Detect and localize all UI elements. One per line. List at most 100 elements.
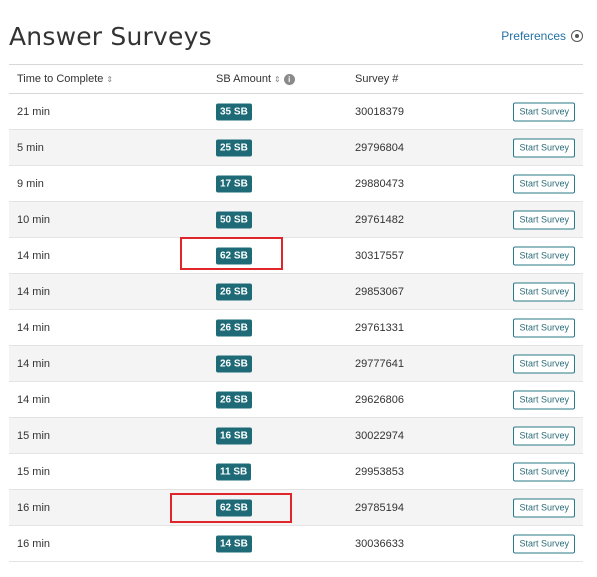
sb-amount-badge: 11 SB [216,463,252,480]
survey-table: Time to Complete ⇕ SB Amount ⇕ i Survey … [9,64,583,562]
sb-amount-badge: 26 SB [216,355,252,372]
survey-number: 30018379 [355,105,404,118]
start-survey-cell: Start Survey [513,390,575,409]
table-row: 21 min 35 SB 30018379 Start Survey [9,94,583,130]
sb-amount-cell: 16 SB [216,427,252,444]
start-survey-button[interactable]: Start Survey [513,426,575,445]
table-row: 14 min 26 SB 29761331 Start Survey [9,310,583,346]
sb-amount-cell: 17 SB [216,175,252,192]
start-survey-button[interactable]: Start Survey [513,354,575,373]
sb-amount-cell: 11 SB [216,463,252,480]
sb-amount-badge: 14 SB [216,535,252,552]
sort-icon: ⇕ [106,74,114,84]
column-header-time-label: Time to Complete [17,73,104,85]
sb-amount-badge: 62 SB [216,499,252,516]
page-header: Answer Surveys Preferences [9,16,583,60]
column-header-survey-label: Survey # [355,73,399,85]
time-to-complete: 10 min [17,213,51,226]
sb-amount-cell: 26 SB [216,391,252,408]
table-row: 16 min 62 SB 29785194 Start Survey [9,490,583,526]
table-row: 16 min 14 SB 30036633 Start Survey [9,526,583,562]
table-row: 14 min 62 SB 30317557 Start Survey [9,238,583,274]
sort-icon: ⇕ [274,74,281,84]
start-survey-cell: Start Survey [513,102,575,121]
start-survey-button[interactable]: Start Survey [513,534,575,553]
start-survey-button[interactable]: Start Survey [513,390,575,409]
survey-number: 30022974 [355,429,404,442]
sb-amount-badge: 25 SB [216,139,252,156]
sb-amount-badge: 16 SB [216,427,252,444]
start-survey-button[interactable]: Start Survey [513,318,575,337]
sb-amount-cell: 62 SB [216,247,252,264]
start-survey-cell: Start Survey [513,138,575,157]
preferences-label: Preferences [501,29,566,43]
table-row: 10 min 50 SB 29761482 Start Survey [9,202,583,238]
time-to-complete: 15 min [17,429,51,442]
survey-number: 30317557 [355,249,404,262]
start-survey-cell: Start Survey [513,534,575,553]
column-header-time[interactable]: Time to Complete ⇕ [17,73,113,85]
table-row: 5 min 25 SB 29796804 Start Survey [9,130,583,166]
preferences-link[interactable]: Preferences [501,29,583,43]
start-survey-button[interactable]: Start Survey [513,462,575,481]
column-header-amount[interactable]: SB Amount ⇕ i [216,73,295,85]
survey-number: 29785194 [355,501,404,514]
survey-number: 29853067 [355,285,404,298]
survey-number: 29777641 [355,357,404,370]
sb-amount-cell: 50 SB [216,211,252,228]
time-to-complete: 9 min [17,177,44,190]
table-row: 14 min 26 SB 29626806 Start Survey [9,382,583,418]
table-body: 21 min 35 SB 30018379 Start Survey 5 min 25 S… [9,94,583,562]
sb-amount-badge: 50 SB [216,211,252,228]
sb-amount-cell: 26 SB [216,283,252,300]
sb-amount-cell: 26 SB [216,319,252,336]
start-survey-cell: Start Survey [513,462,575,481]
time-to-complete: 14 min [17,285,51,298]
start-survey-button[interactable]: Start Survey [513,282,575,301]
preferences-icon [571,30,583,42]
start-survey-button[interactable]: Start Survey [513,246,575,265]
table-row: 14 min 26 SB 29853067 Start Survey [9,274,583,310]
time-to-complete: 15 min [17,465,51,478]
sb-amount-cell: 35 SB [216,103,252,120]
table-row: 15 min 11 SB 29953853 Start Survey [9,454,583,490]
start-survey-cell: Start Survey [513,498,575,517]
column-header-amount-label: SB Amount [216,73,272,85]
start-survey-cell: Start Survey [513,174,575,193]
survey-number: 29953853 [355,465,404,478]
sb-amount-cell: 26 SB [216,355,252,372]
survey-number: 29796804 [355,141,404,154]
sb-amount-cell: 14 SB [216,535,252,552]
time-to-complete: 14 min [17,321,51,334]
table-row: 15 min 16 SB 30022974 Start Survey [9,418,583,454]
start-survey-button[interactable]: Start Survey [513,138,575,157]
info-icon[interactable]: i [283,73,295,85]
start-survey-cell: Start Survey [513,318,575,337]
survey-number: 29761331 [355,321,404,334]
time-to-complete: 5 min [17,141,44,154]
time-to-complete: 16 min [17,501,51,514]
survey-number: 29761482 [355,213,404,226]
sb-amount-badge: 62 SB [216,247,252,264]
time-to-complete: 14 min [17,249,51,262]
table-header: Time to Complete ⇕ SB Amount ⇕ i Survey … [9,65,583,94]
time-to-complete: 14 min [17,393,51,406]
start-survey-button[interactable]: Start Survey [513,210,575,229]
time-to-complete: 14 min [17,357,51,370]
survey-number: 30036633 [355,537,404,550]
time-to-complete: 16 min [17,537,51,550]
start-survey-cell: Start Survey [513,246,575,265]
sb-amount-badge: 26 SB [216,283,252,300]
sb-amount-badge: 26 SB [216,391,252,408]
survey-number: 29626806 [355,393,404,406]
start-survey-cell: Start Survey [513,282,575,301]
page-title: Answer Surveys [9,22,212,51]
sb-amount-badge: 35 SB [216,103,252,120]
start-survey-cell: Start Survey [513,210,575,229]
survey-number: 29880473 [355,177,404,190]
table-row: 14 min 26 SB 29777641 Start Survey [9,346,583,382]
start-survey-button[interactable]: Start Survey [513,498,575,517]
start-survey-cell: Start Survey [513,354,575,373]
start-survey-button[interactable]: Start Survey [513,102,575,121]
start-survey-button[interactable]: Start Survey [513,174,575,193]
